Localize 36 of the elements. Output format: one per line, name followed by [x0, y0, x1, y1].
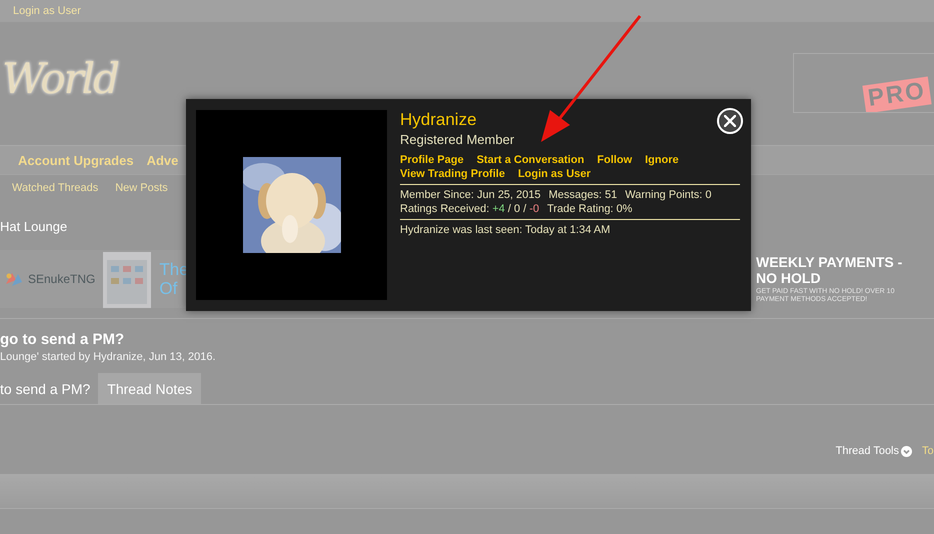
member-stat: Warning Points: 0 — [625, 188, 712, 202]
tools-link[interactable]: To — [922, 445, 934, 457]
last-seen: Hydranize was last seen: Today at 1:34 AM — [400, 223, 610, 237]
profile-link[interactable]: Login as User — [518, 167, 591, 181]
thread-byline: Lounge' started by Hydranize, Jun 13, 2016. — [0, 351, 217, 363]
close-icon — [724, 115, 736, 127]
brand-name: SEnukeTNG — [28, 272, 96, 286]
breadcrumb[interactable]: Hat Lounge — [0, 218, 68, 234]
profile-link[interactable]: Ignore — [645, 153, 679, 167]
ad-text: Of — [159, 279, 178, 298]
thread-tools-menu[interactable]: Thread Tools — [836, 445, 912, 457]
profile-link[interactable]: View Trading Profile — [400, 167, 505, 181]
trade-rating: Trade Rating: 0% — [547, 202, 632, 216]
ratings-received: Ratings Received: +4 / 0 / -0 — [400, 202, 540, 216]
login-link[interactable]: Login as User — [13, 5, 81, 17]
member-stat: Messages: 51 — [548, 188, 618, 202]
chevron-icon — [901, 446, 912, 456]
thread-title: go to send a PM? — [0, 331, 126, 348]
member-name[interactable]: Hydranize — [400, 110, 477, 130]
thread-tab[interactable]: to send a PM? — [0, 373, 98, 404]
product-box-icon — [101, 250, 154, 308]
member-stat: Member Since: Jun 25, 2015 — [400, 188, 541, 202]
profile-link[interactable]: Follow — [597, 153, 632, 167]
member-title: Registered Member — [400, 132, 516, 147]
profile-link[interactable]: Profile Page — [400, 153, 464, 167]
nav-tab[interactable]: Adve — [146, 152, 178, 168]
ad-headline: WEEKLY PAYMENTS - — [756, 254, 904, 270]
ad-headline: NO HOLD — [756, 270, 822, 286]
nav-link[interactable]: Watched Threads — [12, 182, 98, 194]
thread-tab[interactable]: Thread Notes — [98, 373, 202, 404]
profile-link[interactable]: Start a Conversation — [476, 153, 584, 167]
ad-sign: PRO — [862, 76, 932, 112]
site-logo: World — [2, 54, 118, 103]
close-button[interactable] — [717, 108, 743, 134]
nav-link[interactable]: New Posts — [115, 182, 168, 194]
nav-tab[interactable]: Account Upgrades — [18, 152, 134, 168]
